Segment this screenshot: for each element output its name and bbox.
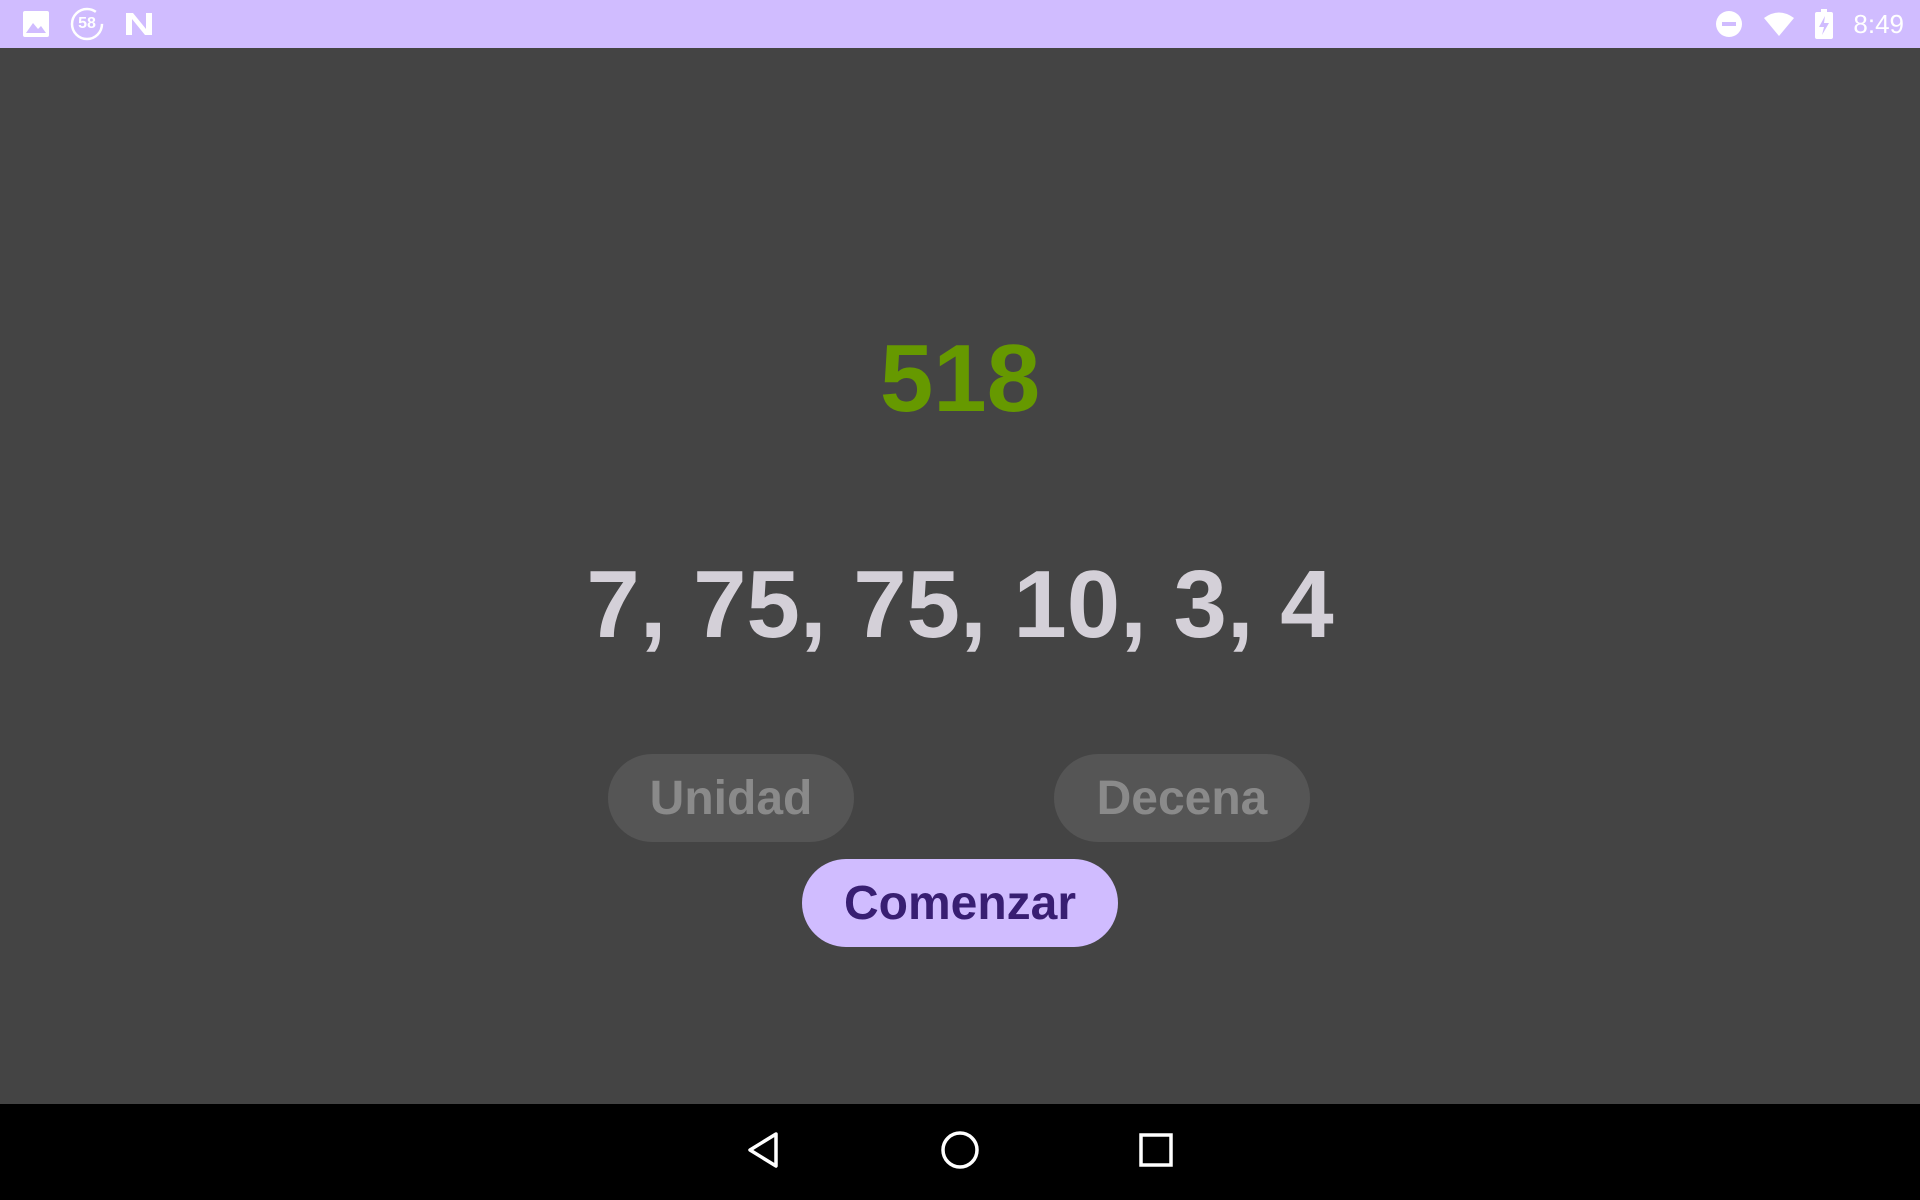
timer-badge: 58	[78, 15, 96, 32]
wifi-icon	[1763, 11, 1795, 37]
n-app-icon	[124, 11, 154, 37]
status-bar: 58 8:49	[0, 0, 1920, 48]
clock: 8:49	[1853, 8, 1904, 39]
system-icons: 8:49	[1695, 9, 1904, 40]
comenzar-button[interactable]: Comenzar	[802, 859, 1118, 947]
recents-icon	[1138, 1132, 1174, 1173]
home-button[interactable]	[912, 1104, 1008, 1200]
target-number: 518	[879, 325, 1041, 432]
back-button[interactable]	[716, 1104, 812, 1200]
game-screen: 518 7, 75, 75, 10, 3, 4 Unidad Decena Co…	[0, 48, 1920, 1104]
battery-charging-icon	[1815, 9, 1834, 39]
do-not-disturb-icon	[1715, 10, 1743, 38]
decena-button[interactable]: Decena	[1054, 754, 1310, 842]
back-icon	[744, 1130, 784, 1175]
notification-icons: 58	[22, 7, 174, 41]
recents-button[interactable]	[1108, 1104, 1204, 1200]
navigation-bar	[0, 1104, 1920, 1200]
image-icon	[22, 10, 50, 38]
available-numbers: 7, 75, 75, 10, 3, 4	[586, 551, 1334, 658]
unidad-button[interactable]: Unidad	[608, 754, 854, 842]
timer-icon: 58	[70, 7, 104, 41]
home-icon	[940, 1130, 980, 1175]
